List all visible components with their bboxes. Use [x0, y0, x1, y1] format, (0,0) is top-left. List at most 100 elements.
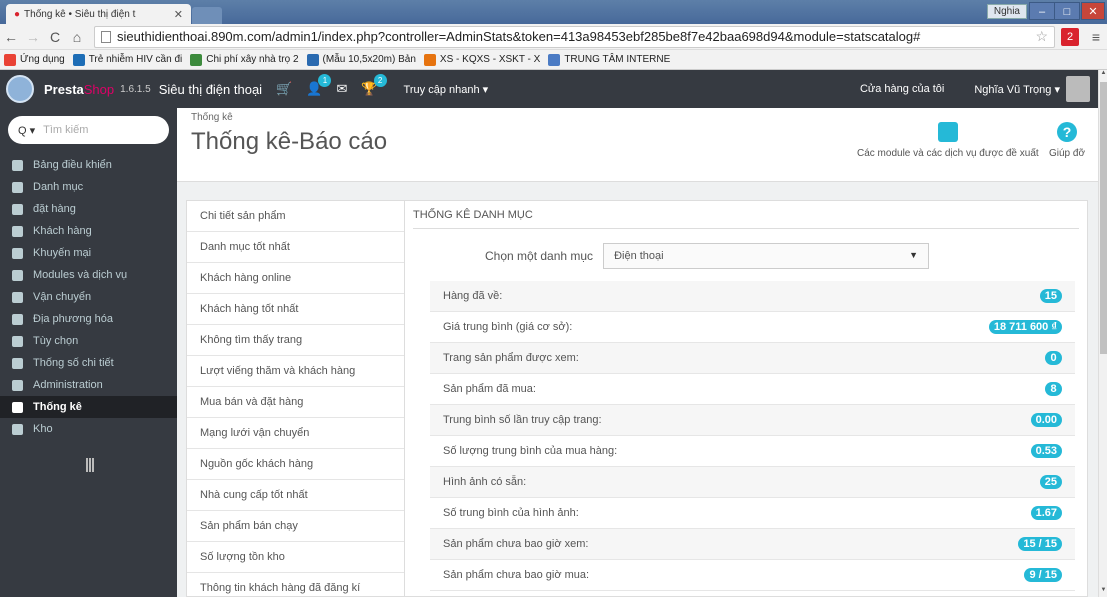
search-icon[interactable]: Q ▾	[18, 124, 35, 137]
bookmark-favicon-icon	[423, 53, 436, 66]
bookmark-item[interactable]: Ứng dụng	[4, 53, 65, 66]
home-icon[interactable]: ⌂	[66, 29, 88, 45]
bookmark-item[interactable]: Trẻ nhiễm HIV cần đi	[72, 53, 182, 66]
new-customers-icon[interactable]: 👤 1	[306, 74, 332, 97]
bookmark-star-icon[interactable]: ☆	[1035, 28, 1048, 45]
value-badge: 1.67	[1030, 506, 1062, 520]
value-badge: 0.00	[1030, 413, 1062, 427]
browser-profile-button[interactable]: Nghia	[986, 4, 1027, 19]
help-button[interactable]: ? Giúp đỡ	[1049, 122, 1085, 159]
sidebar-item-administration[interactable]: Administration	[0, 374, 177, 396]
page-icon	[101, 30, 111, 43]
sidebar-item-preferences[interactable]: Tùy chọn	[0, 330, 177, 352]
scroll-up-arrow-icon[interactable]: ▲	[1099, 70, 1107, 80]
users-icon	[12, 225, 23, 237]
browser-titlebar: ● Thống kê • Siêu thị điện t ✕ Nghia – □…	[0, 0, 1107, 24]
list-item[interactable]: Nhà cung cấp tốt nhất	[187, 480, 405, 511]
tag-icon	[12, 247, 23, 259]
table-row: Trung bình số lần truy cập trang: 0.00	[430, 405, 1075, 436]
bar-chart-icon	[12, 401, 23, 413]
list-item[interactable]: Khách hàng tốt nhất	[187, 294, 405, 325]
menu-icon[interactable]: ≡	[1085, 29, 1107, 45]
apps-icon	[4, 53, 16, 66]
value-badge: 18 711 600 ₫	[988, 320, 1062, 334]
reload-icon[interactable]: C	[44, 29, 66, 45]
list-item[interactable]: Thông tin khách hàng đã đăng kí	[187, 573, 405, 596]
notifications-trophy-icon[interactable]: 🏆 2	[361, 74, 387, 97]
list-item[interactable]: Mạng lưới vận chuyển	[187, 418, 405, 449]
quick-access-menu[interactable]: Truy cập nhanh ▾	[404, 83, 489, 96]
sidebar-item-customers[interactable]: Khách hàng	[0, 220, 177, 242]
bookmark-item[interactable]: (Mẫu 10,5x20m) Bản	[306, 53, 416, 66]
category-select[interactable]: Điện thoại ▼	[603, 243, 930, 269]
stats-table: Hàng đã về: 15 Giá trung bình (giá cơ sở)…	[430, 281, 1075, 591]
sidebar-item-localization[interactable]: Địa phương hóa	[0, 308, 177, 330]
shop-name-link[interactable]: Siêu thị điện thoại	[159, 82, 262, 97]
scroll-thumb[interactable]	[1100, 82, 1107, 354]
page-title: Thống kê-Báo cáo	[191, 128, 388, 155]
sidebar-item-orders[interactable]: đặt hàng	[0, 198, 177, 220]
brand-name: PrestaShop	[44, 81, 115, 97]
back-arrow-icon[interactable]: ←	[0, 29, 22, 45]
list-item[interactable]: Lượt viếng thăm và khách hàng	[187, 356, 405, 387]
new-tab-button[interactable]	[192, 7, 222, 24]
extension-icon[interactable]: 2	[1061, 27, 1079, 46]
orders-cart-icon[interactable]: 🛒	[276, 81, 292, 97]
gear-icon	[12, 379, 23, 391]
breadcrumb[interactable]: Thống kê	[191, 112, 233, 123]
category-selector: Chọn một danh mục Điện thoại ▼	[485, 243, 930, 269]
value-badge: 25	[1039, 475, 1062, 489]
bookmark-item[interactable]: TRUNG TÂM INTERNE	[548, 53, 670, 66]
table-row: Hàng đã về: 15	[430, 281, 1075, 312]
page-header: Thống kê Thống kê-Báo cáo Các module và …	[177, 108, 1098, 182]
favicon-icon: ●	[14, 8, 21, 20]
list-item[interactable]: Nguồn gốc khách hàng	[187, 449, 405, 480]
category-select-label: Chọn một danh mục	[485, 249, 594, 263]
wrench-icon	[12, 335, 23, 347]
chevron-down-icon: ▼	[909, 250, 919, 260]
list-item[interactable]: Chi tiết sản phẩm	[187, 201, 405, 232]
search-input[interactable]: Q ▾ Tìm kiếm	[8, 116, 169, 144]
sidebar-item-shipping[interactable]: Vận chuyển	[0, 286, 177, 308]
recommended-modules-button[interactable]: Các module và các dịch vụ được đề xuất	[857, 122, 1039, 159]
browser-tab[interactable]: ● Thống kê • Siêu thị điện t ✕	[6, 4, 191, 24]
bookmark-item[interactable]: Chi phí xây nhà trọ 2	[190, 53, 299, 66]
page-scrollbar[interactable]: ▲ ▼	[1098, 70, 1107, 597]
forward-arrow-icon[interactable]: →	[22, 29, 44, 45]
messages-envelope-icon[interactable]: ✉	[336, 81, 347, 97]
sidebar-item-stats[interactable]: Thống kê	[0, 396, 177, 418]
sidebar: Q ▾ Tìm kiếm Bảng điều khiển Danh mục đặ…	[0, 108, 177, 597]
maximize-button[interactable]: □	[1054, 2, 1080, 20]
close-window-button[interactable]: ✕	[1081, 2, 1105, 20]
employee-menu[interactable]: Nghĩa Vũ Trọng ▾	[974, 83, 1060, 96]
list-item[interactable]: Mua bán và đặt hàng	[187, 387, 405, 418]
admin-header: PrestaShop 1.6.1.5 Siêu thị điện thoại 🛒…	[0, 70, 1098, 108]
bookmark-item[interactable]: XS - KQXS - XSKT - X	[423, 53, 540, 66]
avatar[interactable]	[1066, 76, 1090, 102]
collapse-sidebar-icon[interactable]	[86, 458, 94, 472]
book-icon	[12, 181, 23, 193]
sidebar-item-promotions[interactable]: Khuyến mại	[0, 242, 177, 264]
list-item[interactable]: Số lượng tồn kho	[187, 542, 405, 573]
cogs-icon	[12, 357, 23, 369]
value-badge: 0.53	[1030, 444, 1062, 458]
sidebar-item-advanced-parameters[interactable]: Thống số chi tiết	[0, 352, 177, 374]
bookmark-favicon-icon	[548, 53, 561, 66]
list-item[interactable]: Không tìm thấy trang	[187, 325, 405, 356]
sidebar-item-catalog[interactable]: Danh mục	[0, 176, 177, 198]
prestashop-logo-icon[interactable]	[6, 75, 34, 103]
list-item[interactable]: Sản phẩm bán chạy	[187, 511, 405, 542]
table-row: Trang sản phẩm được xem: 0	[430, 343, 1075, 374]
minimize-button[interactable]: –	[1029, 2, 1055, 20]
sidebar-item-dashboard[interactable]: Bảng điều khiển	[0, 154, 177, 176]
my-shop-link[interactable]: Cửa hàng của tôi	[860, 83, 944, 95]
tab-close-icon[interactable]: ✕	[174, 8, 183, 21]
list-item[interactable]: Khách hàng online	[187, 263, 405, 294]
scroll-down-arrow-icon[interactable]: ▼	[1099, 587, 1107, 597]
list-item[interactable]: Danh mục tốt nhất	[187, 232, 405, 263]
sidebar-item-stock[interactable]: Kho	[0, 418, 177, 440]
sidebar-item-modules[interactable]: Modules và dịch vụ	[0, 264, 177, 286]
table-row: Sản phẩm chưa bao giờ mua: 9 / 15	[430, 560, 1075, 591]
address-bar[interactable]: sieuthidienthoai.890m.com/admin1/index.p…	[94, 25, 1055, 48]
table-row: Hình ảnh có sẵn: 25	[430, 467, 1075, 498]
